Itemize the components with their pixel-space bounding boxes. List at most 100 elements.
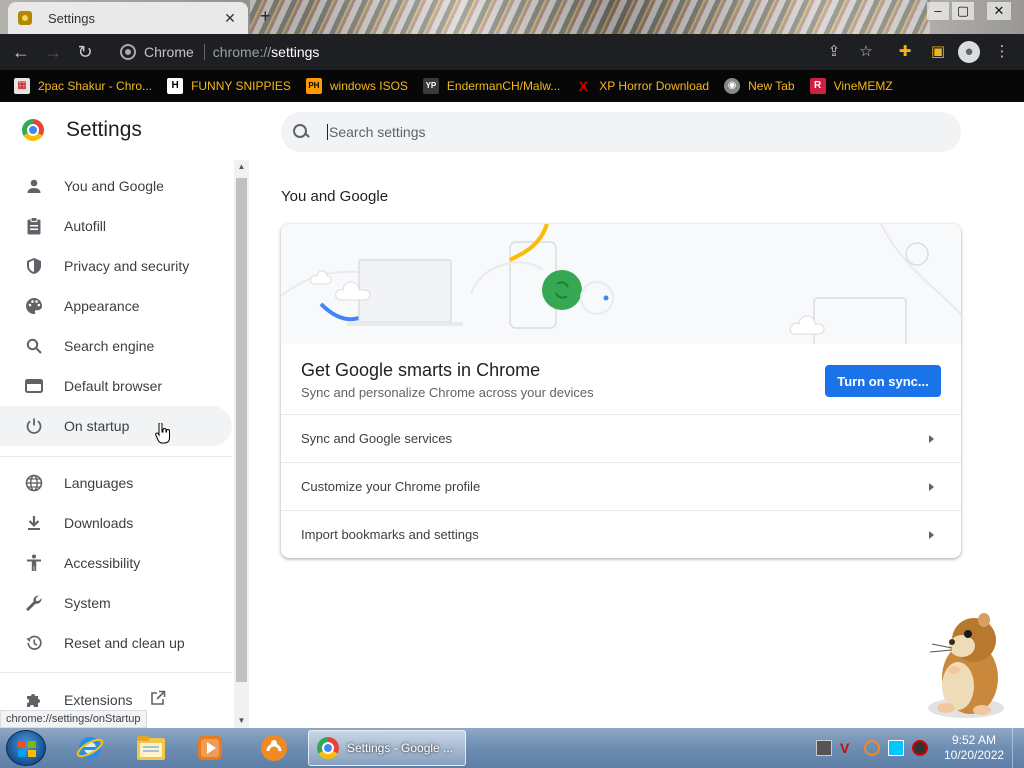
row-customize-profile[interactable]: Customize your Chrome profile: [281, 462, 961, 510]
bookmark-label: VineMEMZ: [833, 79, 893, 93]
sidebar-item-you-and-google[interactable]: You and Google: [0, 166, 232, 206]
sidebar-item-appearance[interactable]: Appearance: [0, 286, 232, 326]
sidebar-item-default-browser[interactable]: Default browser: [0, 366, 232, 406]
turn-on-sync-button[interactable]: Turn on sync...: [825, 365, 941, 397]
clock-date: 10/20/2022: [944, 748, 1005, 762]
row-sync-google-services[interactable]: Sync and Google services: [281, 414, 961, 462]
taskbar-explorer[interactable]: [131, 731, 171, 765]
bookmark-xp-horror[interactable]: X XP Horror Download: [575, 78, 710, 94]
sidebar-item-label: Languages: [64, 475, 134, 491]
new-tab-button[interactable]: +: [260, 6, 271, 27]
sidebar-item-label: Extensions: [64, 692, 133, 708]
taskbar-chrome-window[interactable]: Settings - Google ...: [308, 730, 466, 766]
bookmark-2pac[interactable]: ▦ 2pac Shakur - Chro...: [14, 78, 152, 94]
bookmark-star-icon[interactable]: ☆: [856, 43, 876, 61]
scroll-down-icon[interactable]: ▼: [234, 714, 249, 728]
network-icon[interactable]: [816, 740, 832, 756]
bookmark-vinememz[interactable]: R VineMEMZ: [809, 78, 893, 94]
display-icon[interactable]: [888, 740, 904, 756]
sidebar-item-reset[interactable]: Reset and clean up: [0, 623, 232, 663]
sidebar-item-downloads[interactable]: Downloads: [0, 503, 232, 543]
chevron-right-icon: [929, 482, 934, 491]
site-info-icon[interactable]: [120, 44, 136, 60]
sidebar-item-privacy[interactable]: Privacy and security: [0, 246, 232, 286]
scroll-up-icon[interactable]: ▲: [234, 160, 249, 174]
bookmark-endermanch[interactable]: YP EndermanCH/Malw...: [422, 78, 561, 94]
folder-icon: [137, 736, 165, 760]
clipboard-icon: [24, 216, 44, 236]
wrench-icon: [24, 593, 44, 613]
show-desktop-button[interactable]: [1012, 728, 1024, 768]
scrollbar-thumb[interactable]: [236, 178, 247, 682]
chevron-right-icon: [929, 530, 934, 539]
bookmark-label: EndermanCH/Malw...: [446, 79, 561, 93]
start-button[interactable]: [6, 730, 46, 766]
sidebar-item-label: Privacy and security: [64, 258, 190, 274]
hand-cursor-icon: [155, 423, 170, 444]
windows-taskbar: Settings - Google ... V 9:52 AM 10/20/20…: [0, 728, 1024, 768]
menu-kebab-icon[interactable]: ⋮: [992, 43, 1012, 61]
open-in-new-icon: [150, 690, 166, 711]
url-path: settings: [271, 44, 320, 60]
row-label: Import bookmarks and settings: [301, 527, 479, 542]
taskbar-uc-browser[interactable]: [254, 731, 294, 765]
search-input[interactable]: [329, 124, 929, 140]
chrome-logo-icon: [22, 119, 44, 141]
sidebar-item-autofill[interactable]: Autofill: [0, 206, 232, 246]
search-settings-field[interactable]: [281, 112, 961, 152]
tab-close-icon[interactable]: ✕: [222, 10, 238, 27]
status-bubble: chrome://settings/onStartup: [0, 710, 147, 728]
sidebar-item-label: You and Google: [64, 178, 164, 194]
bookmark-label: FUNNY SNIPPIES: [191, 79, 291, 93]
download-icon: [24, 513, 44, 533]
antivirus-v-icon[interactable]: V: [840, 740, 856, 756]
address-chip: Chrome: [144, 44, 205, 60]
taskbar-clock[interactable]: 9:52 AM 10/20/2022: [944, 733, 1004, 763]
maximize-button[interactable]: ▢: [952, 2, 974, 20]
internet-explorer-icon: [76, 737, 104, 759]
settings-page: Settings You and Google Autofill Privacy…: [0, 102, 1024, 728]
windows-logo-icon: [18, 741, 36, 757]
taskbar-internet-explorer[interactable]: [70, 731, 110, 765]
extensions-puzzle-icon[interactable]: ✚: [895, 43, 915, 61]
profile-avatar-icon[interactable]: ●: [958, 41, 980, 63]
reload-icon[interactable]: ↻: [74, 41, 96, 63]
sidebar-item-search-engine[interactable]: Search engine: [0, 326, 232, 366]
address-bar[interactable]: Chrome chrome:// settings: [108, 38, 888, 66]
globe-icon: [24, 473, 44, 493]
sidebar-item-accessibility[interactable]: Accessibility: [0, 543, 232, 583]
share-icon[interactable]: ⇪: [824, 43, 844, 61]
forward-icon[interactable]: →: [42, 41, 64, 63]
tab-title: Settings: [48, 10, 95, 26]
bookmark-new-tab[interactable]: ◉ New Tab: [724, 78, 795, 94]
taskbar-media-player[interactable]: [190, 731, 230, 765]
accessibility-icon: [24, 553, 44, 573]
taskbar-window-label: Settings - Google ...: [347, 741, 454, 755]
r-icon: R: [809, 78, 826, 94]
side-panel-icon[interactable]: ▣: [928, 43, 948, 61]
bookmark-funny-snippies[interactable]: H FUNNY SNIPPIES: [167, 78, 291, 94]
person-icon: [24, 176, 44, 196]
back-icon[interactable]: ←: [10, 41, 32, 63]
shield-icon: [24, 256, 44, 276]
sidebar-item-languages[interactable]: Languages: [0, 463, 232, 503]
sidebar-item-on-startup[interactable]: On startup: [0, 406, 232, 446]
sidebar-item-system[interactable]: System: [0, 583, 232, 623]
media-player-icon: [198, 736, 222, 760]
tab-settings[interactable]: Settings ✕: [8, 2, 248, 34]
minimize-button[interactable]: –: [927, 2, 949, 20]
settings-header: Settings: [22, 118, 142, 142]
close-window-button[interactable]: ✕: [987, 2, 1011, 20]
volume-icon[interactable]: [912, 740, 928, 756]
sidebar-item-label: Search engine: [64, 338, 155, 354]
bookmark-label: 2pac Shakur - Chro...: [38, 79, 153, 93]
window-background: [250, 0, 930, 34]
text-caret: [327, 124, 328, 140]
clock-time: 9:52 AM: [951, 733, 997, 747]
tray-magnifier-icon[interactable]: [864, 740, 880, 756]
bookmark-windows-isos[interactable]: PH windows ISOS: [305, 78, 408, 94]
row-import-bookmarks[interactable]: Import bookmarks and settings: [281, 510, 961, 558]
sidebar-scrollbar[interactable]: ▲ ▼: [234, 160, 249, 728]
settings-favicon: [18, 11, 32, 25]
h-icon: H: [167, 78, 184, 94]
